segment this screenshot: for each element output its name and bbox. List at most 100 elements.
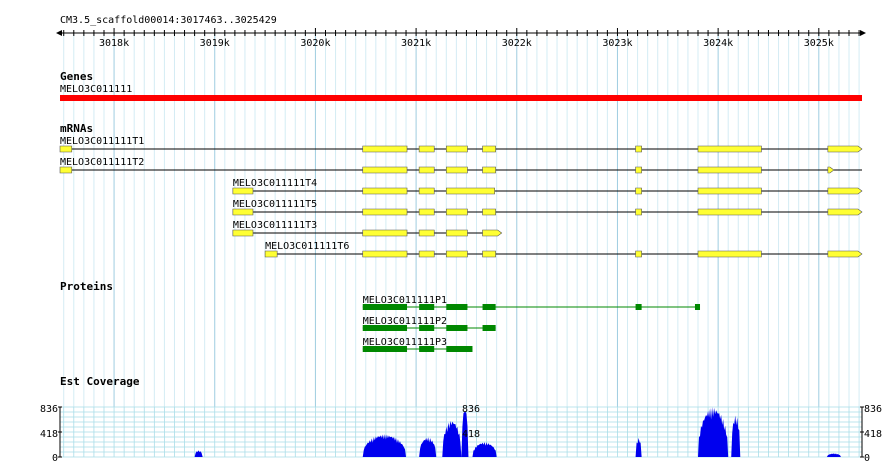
ruler-tick-label: 3024k — [703, 38, 733, 49]
mrna-exon[interactable] — [827, 250, 863, 258]
mrna-exon[interactable] — [446, 166, 468, 174]
est-coverage-peak[interactable] — [697, 407, 729, 457]
mrna-label[interactable]: MELO3C011111T5 — [233, 199, 317, 210]
protein-block[interactable] — [419, 346, 435, 352]
protein-block[interactable] — [694, 304, 701, 310]
mrna-exon[interactable] — [362, 250, 408, 258]
mrna-exon[interactable] — [418, 208, 435, 216]
mrna-label[interactable]: MELO3C011111T6 — [265, 241, 349, 252]
mrna-label[interactable]: MELO3C011111T4 — [233, 178, 317, 189]
mrna-exon[interactable] — [418, 145, 435, 153]
mrna-exon[interactable] — [635, 250, 642, 258]
mrna-exon[interactable] — [418, 229, 435, 237]
protein-block[interactable] — [419, 304, 435, 310]
mrna-exon[interactable] — [232, 229, 254, 237]
est-mid-label-right: 418 — [864, 429, 882, 440]
mrna-exon[interactable] — [232, 208, 254, 216]
est-coverage-track: Est Coverage 836 418 0 836 418 0 836 418 — [40, 375, 882, 463]
mrna-exon[interactable] — [697, 250, 762, 258]
est-coverage-peak[interactable] — [419, 437, 437, 457]
protein-block[interactable] — [482, 325, 496, 331]
genome-browser-panel: CM3.5_scaffold00014:3017463..3025429 301… — [40, 15, 882, 463]
est-max-label-right: 836 — [864, 404, 882, 415]
mrna-exon[interactable] — [827, 208, 863, 216]
mrna-exon[interactable] — [446, 187, 495, 195]
protein-block[interactable] — [635, 304, 642, 310]
ruler-tick-label: 3025k — [804, 38, 834, 49]
mrna-exon[interactable] — [446, 229, 468, 237]
protein-block[interactable] — [446, 346, 473, 352]
mrna-exon[interactable] — [482, 250, 496, 258]
mrna-exon[interactable] — [482, 229, 503, 237]
est-inner-max-label: 836 — [462, 404, 480, 415]
protein-block[interactable] — [419, 325, 435, 331]
mrna-exon[interactable] — [482, 208, 496, 216]
mrna-exon[interactable] — [362, 166, 408, 174]
est-mid-label-left: 418 — [40, 429, 58, 440]
ruler-right-arrow — [860, 30, 866, 36]
est-coverage-peak[interactable] — [635, 437, 642, 457]
mrna-exon[interactable] — [446, 208, 468, 216]
mrna-exon[interactable] — [59, 145, 73, 153]
mrna-exon[interactable] — [697, 187, 762, 195]
est-inner-mid-label: 418 — [462, 429, 480, 440]
ruler-tick-label: 3021k — [401, 38, 431, 49]
mrna-exon[interactable] — [482, 145, 496, 153]
mrna-exon[interactable] — [362, 208, 408, 216]
protein-block[interactable] — [362, 304, 408, 310]
protein-block[interactable] — [362, 325, 408, 331]
mrna-exon[interactable] — [827, 145, 863, 153]
ruler-left-arrow — [56, 30, 62, 36]
est-coverage-peak[interactable] — [472, 442, 497, 457]
est-coverage-peak[interactable] — [442, 420, 462, 457]
mrna-exon[interactable] — [635, 145, 642, 153]
mrna-exon[interactable] — [362, 229, 408, 237]
mrna-exon[interactable] — [446, 145, 468, 153]
mrna-exon[interactable] — [482, 166, 496, 174]
gene-bar[interactable] — [60, 95, 862, 101]
proteins-track: Proteins MELO3C011111P1MELO3C011111P2MEL… — [60, 280, 701, 352]
protein-block[interactable] — [446, 304, 468, 310]
est-coverage-peak[interactable] — [194, 450, 203, 457]
mrna-exon[interactable] — [232, 187, 254, 195]
ruler-tick-label: 3023k — [602, 38, 632, 49]
ruler-label: CM3.5_scaffold00014:3017463..3025429 — [60, 15, 277, 26]
ruler: CM3.5_scaffold00014:3017463..3025429 301… — [56, 15, 866, 49]
est-max-label-left: 836 — [40, 404, 58, 415]
gene-label[interactable]: MELO3C011111 — [60, 84, 132, 95]
mrna-label[interactable]: MELO3C011111T2 — [60, 157, 144, 168]
ruler-tick-label: 3019k — [200, 38, 230, 49]
mrna-exon[interactable] — [697, 145, 762, 153]
mrna-exon[interactable] — [635, 208, 642, 216]
mrna-exon[interactable] — [827, 166, 835, 174]
protein-block[interactable] — [446, 325, 468, 331]
mrna-exon[interactable] — [362, 187, 408, 195]
mrna-exon[interactable] — [418, 250, 435, 258]
genes-track-title: Genes — [60, 70, 93, 83]
mrna-exon[interactable] — [827, 187, 863, 195]
protein-block[interactable] — [482, 304, 496, 310]
mrna-exon[interactable] — [418, 187, 435, 195]
mrna-exon[interactable] — [446, 250, 468, 258]
ruler-tick-label: 3022k — [502, 38, 532, 49]
mrna-exon[interactable] — [635, 166, 642, 174]
est-coverage-peak[interactable] — [362, 434, 407, 457]
mrna-exon[interactable] — [697, 166, 762, 174]
genes-track: Genes MELO3C011111 — [60, 70, 862, 101]
mrna-exon[interactable] — [635, 187, 642, 195]
mrna-exon[interactable] — [59, 166, 73, 174]
ruler-tick-label: 3018k — [99, 38, 129, 49]
mrna-label[interactable]: MELO3C011111T1 — [60, 136, 144, 147]
mrna-exon[interactable] — [264, 250, 278, 258]
protein-block[interactable] — [362, 346, 408, 352]
mrnas-track-title: mRNAs — [60, 122, 93, 135]
ruler-tick-label: 3020k — [300, 38, 330, 49]
mrna-exon[interactable] — [362, 145, 408, 153]
mrna-label[interactable]: MELO3C011111T3 — [233, 220, 317, 231]
proteins-track-title: Proteins — [60, 280, 113, 293]
est-zero-label-right: 0 — [864, 453, 870, 463]
mrna-exon[interactable] — [418, 166, 435, 174]
mrnas-track: mRNAs MELO3C011111T1 MELO3C011111T2 MELO3C… — [59, 122, 863, 258]
mrna-exon[interactable] — [697, 208, 762, 216]
est-zero-label-left: 0 — [52, 453, 58, 463]
